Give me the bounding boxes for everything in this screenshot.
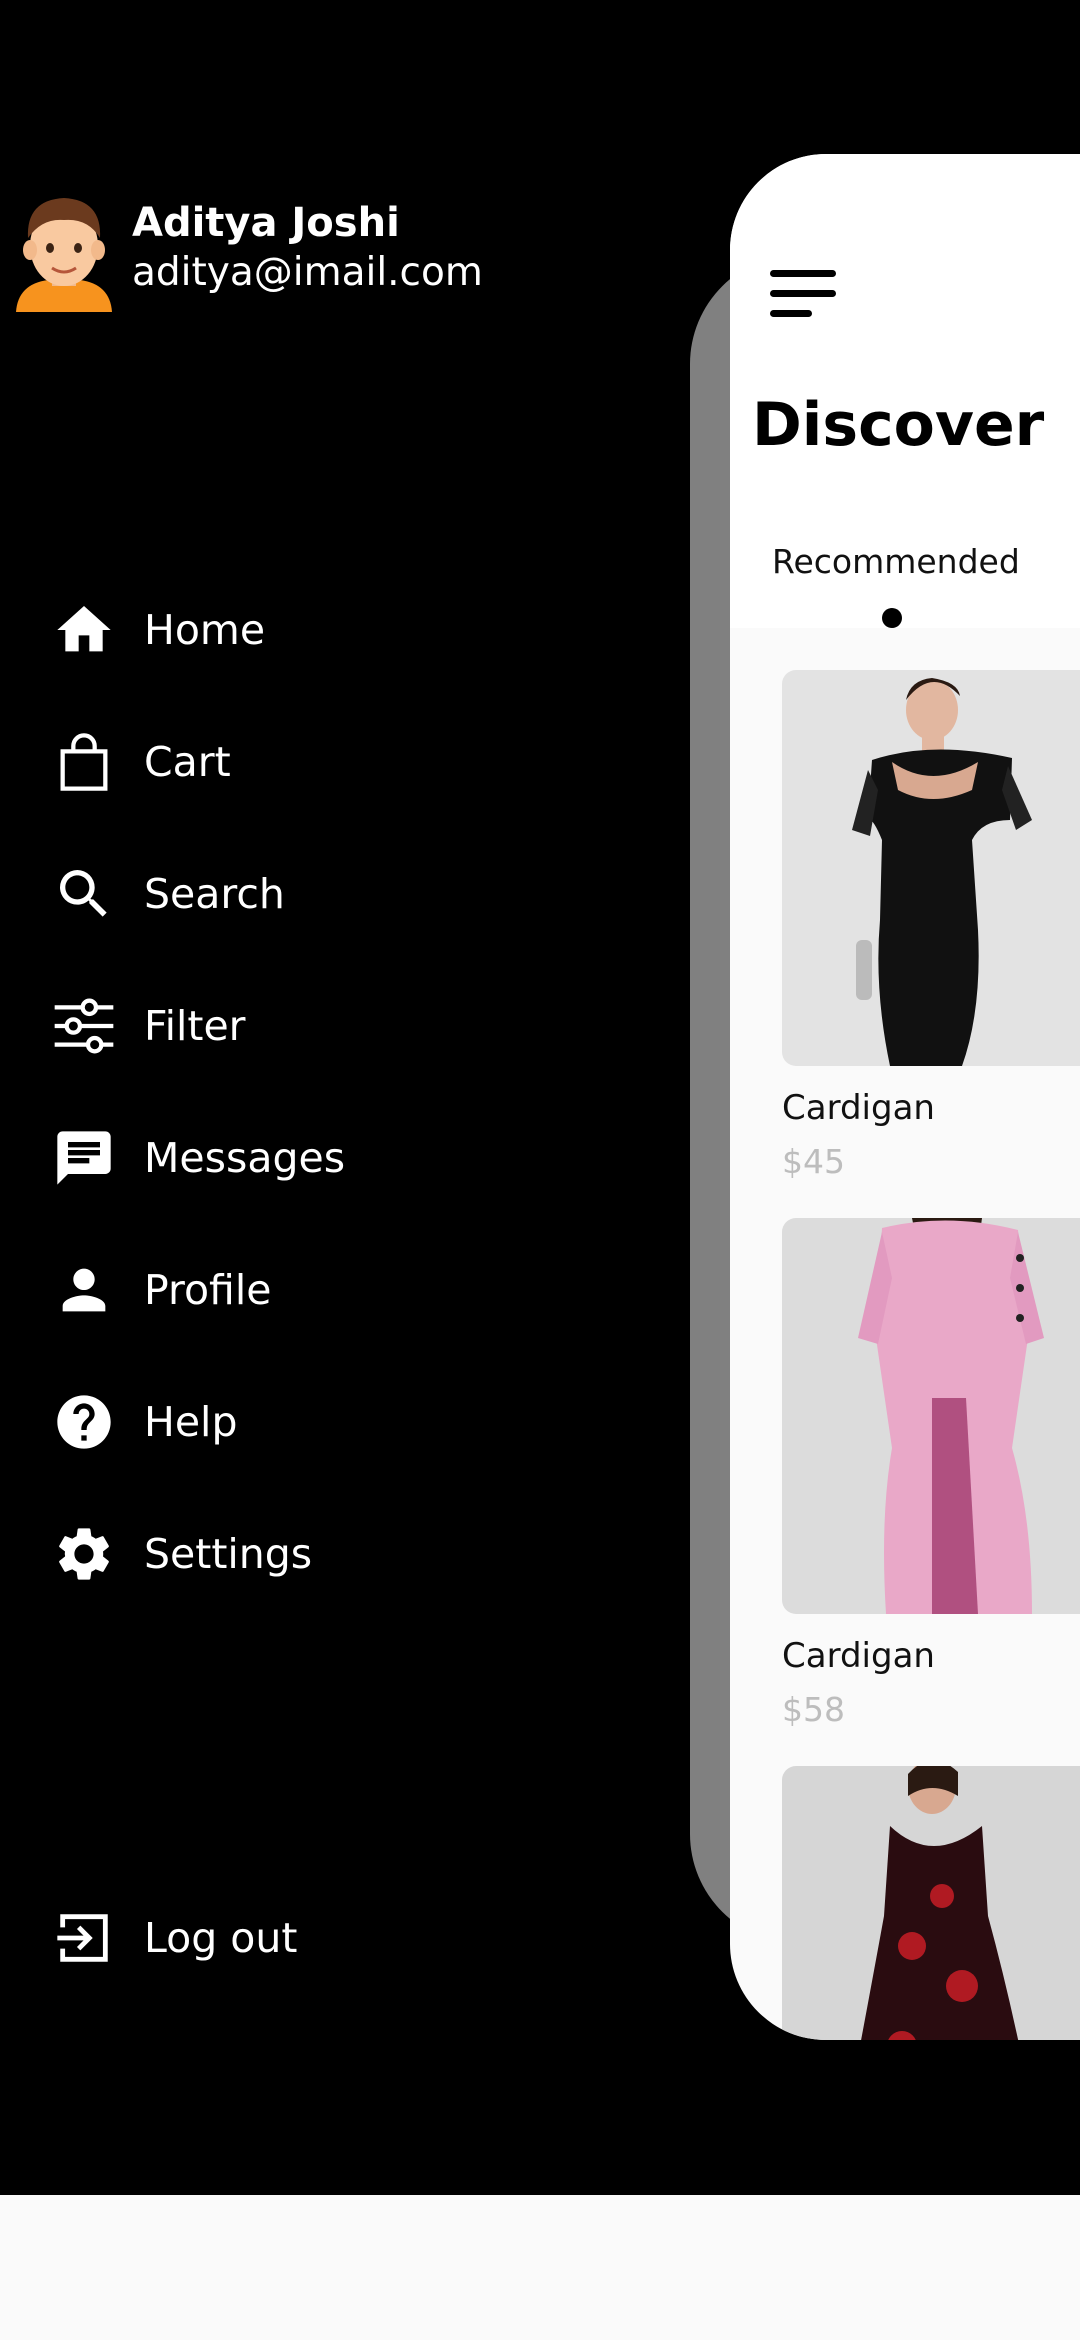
product-image: [782, 1218, 1080, 1614]
product-image: [782, 670, 1080, 1066]
app-screen-card[interactable]: Discover Recommended Cardigan $45 Cardig…: [730, 154, 1080, 2040]
user-email: aditya@imail.com: [132, 250, 483, 295]
menu-icon[interactable]: [770, 270, 836, 317]
drawer-item-label: Messages: [144, 1134, 346, 1182]
system-navigation-bar: [0, 2195, 1080, 2340]
help-icon: [44, 1382, 124, 1462]
message-icon: [44, 1118, 124, 1198]
user-name: Aditya Joshi: [132, 200, 400, 246]
drawer-item-search[interactable]: Search: [44, 854, 604, 934]
drawer-item-label: Profile: [144, 1266, 272, 1314]
drawer-item-label: Cart: [144, 738, 231, 786]
shopping-bag-icon: [44, 722, 124, 802]
person-icon: [44, 1250, 124, 1330]
product-image: [782, 1766, 1080, 2040]
drawer-item-label: Settings: [144, 1530, 313, 1578]
search-icon: [44, 854, 124, 934]
filter-sliders-icon: [44, 986, 124, 1066]
drawer-item-label: Filter: [144, 1002, 246, 1050]
avatar: [8, 188, 120, 312]
drawer-item-messages[interactable]: Messages: [44, 1118, 604, 1198]
drawer-item-home[interactable]: Home: [44, 590, 604, 670]
drawer-item-label: Home: [144, 606, 266, 654]
product-name: Cardigan: [782, 1636, 935, 1676]
product-price: $45: [782, 1142, 845, 1181]
drawer-item-settings[interactable]: Settings: [44, 1514, 604, 1594]
drawer-item-help[interactable]: Help: [44, 1382, 604, 1462]
drawer-item-profile[interactable]: Profile: [44, 1250, 604, 1330]
product-name: Cardigan: [782, 1088, 935, 1128]
page-title: Discover: [752, 390, 1045, 460]
active-tab-indicator: [882, 608, 902, 628]
drawer-item-label: Help: [144, 1398, 238, 1446]
logout-button[interactable]: Log out: [44, 1898, 604, 1978]
logout-label: Log out: [144, 1914, 298, 1962]
home-icon: [44, 590, 124, 670]
product-card[interactable]: [782, 1766, 1080, 2040]
drawer-item-filter[interactable]: Filter: [44, 986, 604, 1066]
drawer-item-cart[interactable]: Cart: [44, 722, 604, 802]
tab-recommended[interactable]: Recommended: [772, 542, 1020, 581]
drawer-item-label: Search: [144, 870, 285, 918]
product-price: $58: [782, 1690, 845, 1729]
gear-icon: [44, 1514, 124, 1594]
product-card[interactable]: Cardigan $58: [782, 1218, 1080, 1729]
app-header: Discover Recommended: [730, 154, 1080, 628]
product-card[interactable]: Cardigan $45: [782, 670, 1080, 1181]
logout-icon: [44, 1898, 124, 1978]
